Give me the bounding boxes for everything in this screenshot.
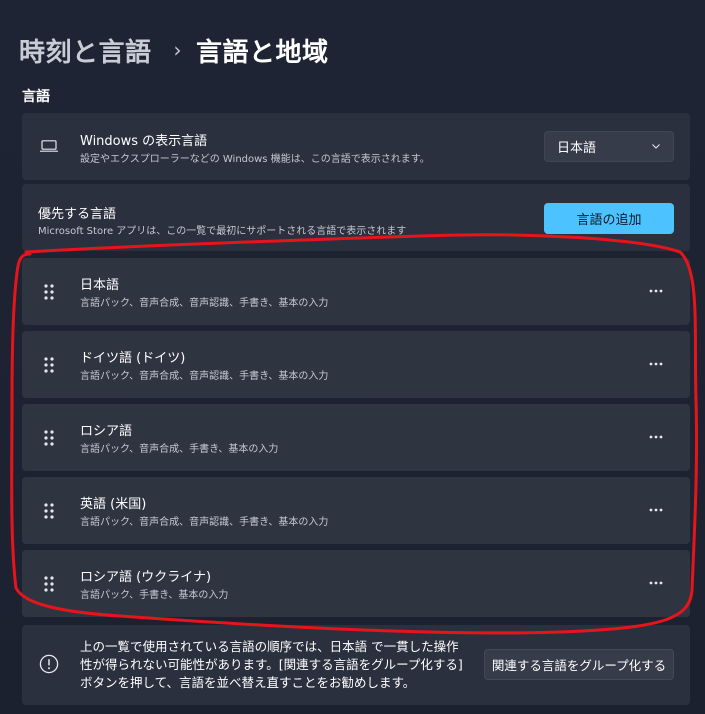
section-title-language: 言語 xyxy=(22,89,50,105)
more-options-button[interactable] xyxy=(644,501,668,519)
language-row-ru[interactable]: ロシア語 言語パック、音声合成、手書き、基本の入力 xyxy=(22,404,690,471)
drag-handle-icon[interactable] xyxy=(44,576,54,592)
language-row-en-us[interactable]: 英語 (米国) 言語パック、音声合成、音声認識、手書き、基本の入力 xyxy=(22,477,690,544)
add-language-button[interactable]: 言語の追加 xyxy=(544,203,674,234)
language-name: 英語 (米国) xyxy=(80,497,147,512)
drag-handle-icon[interactable] xyxy=(44,503,54,519)
display-language-description: 設定やエクスプローラーなどの Windows 機能は、この言語で表示されます。 xyxy=(80,154,430,165)
language-features: 言語パック、音声合成、手書き、基本の入力 xyxy=(80,444,279,455)
drag-handle-icon[interactable] xyxy=(44,357,54,373)
more-icon xyxy=(649,581,663,585)
breadcrumb: 時刻と言語 › 言語と地域 xyxy=(19,30,329,70)
preferred-languages-description: Microsoft Store アプリは、この一覧で最初にサポートされる言語で表… xyxy=(38,226,407,237)
display-language-dropdown[interactable]: 日本語 xyxy=(544,131,674,162)
drag-handle-icon[interactable] xyxy=(44,284,54,300)
language-row-de[interactable]: ドイツ語 (ドイツ) 言語パック、音声合成、音声認識、手書き、基本の入力 xyxy=(22,331,690,398)
more-icon xyxy=(649,362,663,366)
breadcrumb-parent-link[interactable]: 時刻と言語 xyxy=(19,32,152,69)
language-order-warning-text: 上の一覧で使用されている言語の順序では、日本語 で一貫した操作性が得られない可能… xyxy=(80,639,463,690)
drag-handle-icon[interactable] xyxy=(44,430,54,446)
preferred-languages-card: 優先する言語 Microsoft Store アプリは、この一覧で最初にサポート… xyxy=(22,184,690,251)
more-icon xyxy=(649,289,663,293)
display-language-card: Windows の表示言語 設定やエクスプローラーなどの Windows 機能は… xyxy=(22,113,690,180)
page-title: 言語と地域 xyxy=(196,37,329,68)
language-features: 言語パック、手書き、基本の入力 xyxy=(80,590,229,601)
language-row-ja[interactable]: 日本語 言語パック、音声合成、音声認識、手書き、基本の入力 xyxy=(22,258,690,325)
more-options-button[interactable] xyxy=(644,282,668,300)
language-name: ドイツ語 (ドイツ) xyxy=(80,351,186,366)
display-language-selected: 日本語 xyxy=(557,141,597,156)
more-options-button[interactable] xyxy=(644,574,668,592)
language-name: 日本語 xyxy=(80,278,120,293)
language-list: 日本語 言語パック、音声合成、音声認識、手書き、基本の入力 ドイツ語 (ドイツ)… xyxy=(22,258,690,623)
info-icon xyxy=(39,654,59,674)
language-order-warning-card: 上の一覧で使用されている言語の順序では、日本語 で一貫した操作性が得られない可能… xyxy=(22,625,690,705)
language-name: ロシア語 (ウクライナ) xyxy=(80,570,212,585)
language-features: 言語パック、音声合成、音声認識、手書き、基本の入力 xyxy=(80,298,329,309)
monitor-icon xyxy=(40,140,58,152)
preferred-languages-title: 優先する言語 xyxy=(38,207,117,222)
more-icon xyxy=(649,508,663,512)
more-options-button[interactable] xyxy=(644,355,668,373)
display-language-title: Windows の表示言語 xyxy=(80,134,208,149)
language-name: ロシア語 xyxy=(80,424,133,439)
chevron-right-icon: › xyxy=(173,38,183,62)
chevron-down-icon xyxy=(652,144,660,149)
more-options-button[interactable] xyxy=(644,428,668,446)
more-icon xyxy=(649,435,663,439)
language-features: 言語パック、音声合成、音声認識、手書き、基本の入力 xyxy=(80,517,329,528)
language-row-ru-ua[interactable]: ロシア語 (ウクライナ) 言語パック、手書き、基本の入力 xyxy=(22,550,690,617)
settings-page: 時刻と言語 › 言語と地域 言語 Windows の表示言語 設定やエクスプロー… xyxy=(0,0,705,714)
language-features: 言語パック、音声合成、音声認識、手書き、基本の入力 xyxy=(80,371,329,382)
group-related-languages-button[interactable]: 関連する言語をグループ化する xyxy=(484,649,674,680)
